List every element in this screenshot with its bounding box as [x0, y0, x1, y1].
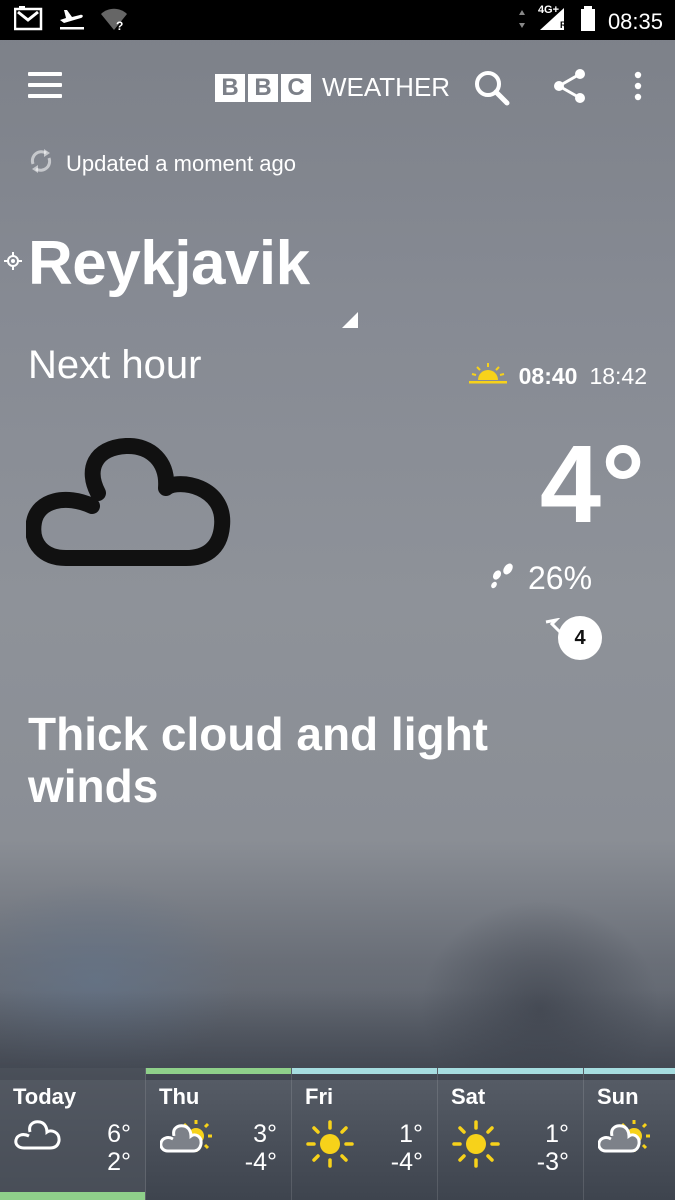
update-status: Updated a moment ago	[28, 148, 296, 179]
cloud-icon	[25, 438, 236, 573]
clock: 08:35	[607, 8, 663, 34]
sun-icon	[306, 1120, 354, 1173]
bbc-weather-logo: B B C WEATHER	[215, 72, 450, 103]
wifi-question-icon: ?	[100, 6, 128, 37]
selected-day-indicator	[0, 1192, 145, 1200]
raindrops-icon	[488, 560, 518, 597]
sun-cloud-icon	[597, 1120, 654, 1167]
day-name: Sun	[597, 1084, 639, 1109]
period-label: Next hour	[28, 343, 202, 387]
weather-summary: Thick cloud and light winds	[28, 708, 488, 812]
refresh-icon[interactable]	[28, 148, 54, 179]
current-temperature: 4°	[539, 423, 645, 546]
cloud-icon	[14, 1120, 64, 1155]
current-location-icon	[4, 252, 22, 275]
sunrise-icon	[468, 362, 507, 390]
day-accent-bar	[584, 1068, 675, 1074]
background-blur	[0, 990, 675, 1080]
forecast-day-thu[interactable]: Thu 3° -4°	[146, 1068, 292, 1200]
location-header[interactable]: Reykjavik	[4, 228, 310, 299]
day-high: 1°	[399, 1120, 423, 1148]
day-name: Thu	[159, 1084, 200, 1109]
battery-icon	[580, 6, 596, 37]
share-icon[interactable]	[552, 68, 588, 104]
sun-icon	[452, 1120, 500, 1173]
day-low: -3°	[536, 1148, 569, 1176]
day-name: Sat	[451, 1084, 486, 1109]
app-bar: B B C WEATHER	[0, 40, 675, 130]
day-low: -4°	[244, 1148, 277, 1176]
forecast-strip: Today 6° 2° Thu 3° -4° Fri 1° -4° Sat 1°…	[0, 1068, 675, 1200]
updated-text: Updated a moment ago	[66, 150, 296, 176]
location-dropdown-icon[interactable]	[340, 310, 360, 330]
precipitation-value: 26%	[528, 560, 593, 596]
day-low: 2°	[107, 1148, 131, 1176]
day-high: 3°	[253, 1120, 277, 1148]
logo-letter: C	[281, 73, 311, 102]
day-low: -4°	[390, 1148, 423, 1176]
more-options-icon[interactable]	[630, 70, 646, 104]
sunrise-time: 08:40	[518, 362, 578, 389]
forecast-day-today[interactable]: Today 6° 2°	[0, 1068, 146, 1200]
location-name: Reykjavik	[28, 229, 310, 298]
flight-icon	[58, 6, 86, 37]
day-accent-bar	[292, 1068, 437, 1074]
sunset-time: 18:42	[589, 362, 647, 389]
sun-cloud-icon	[159, 1120, 216, 1167]
day-accent-bar	[146, 1068, 291, 1074]
signal-icon: 4G+ R	[537, 4, 568, 37]
data-arrows-icon	[518, 8, 526, 35]
logo-letter: B	[215, 73, 245, 102]
logo-letter: B	[248, 73, 278, 102]
day-high: 6°	[107, 1120, 131, 1148]
day-high: 1°	[545, 1120, 569, 1148]
status-bar: ? 4G+ R 08:35	[0, 0, 675, 40]
forecast-day-fri[interactable]: Fri 1° -4°	[292, 1068, 438, 1200]
day-accent-bar	[438, 1068, 583, 1074]
day-name: Fri	[305, 1084, 334, 1109]
search-icon[interactable]	[472, 68, 512, 108]
sun-times: 08:40 18:42	[468, 362, 647, 390]
roaming-indicator: R	[559, 20, 567, 30]
gmail-icon	[13, 6, 44, 37]
logo-word: WEATHER	[322, 72, 451, 102]
network-type: 4G+	[537, 4, 560, 16]
wind-speed: 4	[558, 616, 602, 660]
precipitation: 26%	[488, 560, 592, 597]
svg-text:?: ?	[116, 19, 123, 32]
day-name: Today	[13, 1084, 77, 1109]
forecast-day-sat[interactable]: Sat 1° -3°	[438, 1068, 584, 1200]
menu-icon[interactable]	[28, 72, 62, 98]
forecast-day-sun[interactable]: Sun	[584, 1068, 675, 1200]
